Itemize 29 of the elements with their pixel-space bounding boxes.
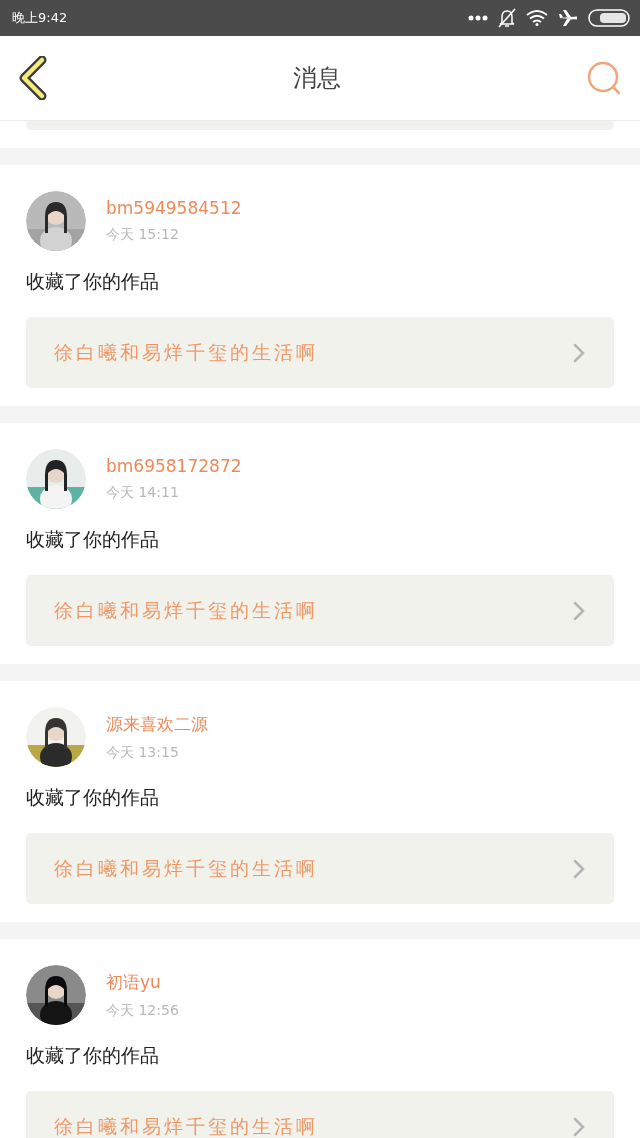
bell-muted-icon bbox=[498, 8, 516, 28]
battery-icon bbox=[588, 9, 630, 27]
timestamp: 今天 15:12 bbox=[106, 226, 180, 244]
chevron-right-icon bbox=[572, 599, 586, 622]
timestamp: 今天 14:11 bbox=[106, 484, 180, 502]
search-button[interactable] bbox=[586, 60, 622, 96]
timestamp: 今天 12:56 bbox=[106, 1001, 179, 1020]
notification-text: 收藏了你的作品 bbox=[26, 269, 160, 294]
page-title: 消息 bbox=[292, 63, 342, 94]
user-name[interactable]: bm5949584512 bbox=[106, 198, 242, 218]
chevron-right-icon bbox=[572, 1115, 586, 1138]
airplane-icon bbox=[558, 9, 578, 27]
back-button[interactable] bbox=[18, 56, 48, 100]
timestamp: 今天 13:15 bbox=[106, 743, 180, 762]
work-link[interactable]: 徐白曦和易烊千玺的生活啊 bbox=[26, 1091, 614, 1138]
notification-text: 收藏了你的作品 bbox=[26, 1043, 160, 1068]
work-link[interactable]: 徐白曦和易烊千玺的生活啊 bbox=[26, 575, 614, 646]
work-link[interactable]: 徐白曦和易烊千玺的生活啊 bbox=[26, 833, 614, 904]
user-name[interactable]: 源来喜欢二源 bbox=[106, 712, 208, 736]
work-link[interactable]: 徐白曦和易烊千玺的生活啊 bbox=[26, 317, 614, 388]
notification-text: 收藏了你的作品 bbox=[26, 785, 160, 810]
notification-text: 收藏了你的作品 bbox=[26, 527, 160, 552]
user-name[interactable]: 初语yu bbox=[106, 970, 179, 994]
status-time: 晚上9:42 bbox=[12, 9, 68, 27]
user-name[interactable]: bm6958172872 bbox=[106, 456, 242, 476]
wifi-icon bbox=[526, 10, 548, 26]
more-dots-icon bbox=[468, 15, 488, 21]
chevron-right-icon bbox=[572, 857, 586, 880]
chevron-right-icon bbox=[572, 341, 586, 364]
